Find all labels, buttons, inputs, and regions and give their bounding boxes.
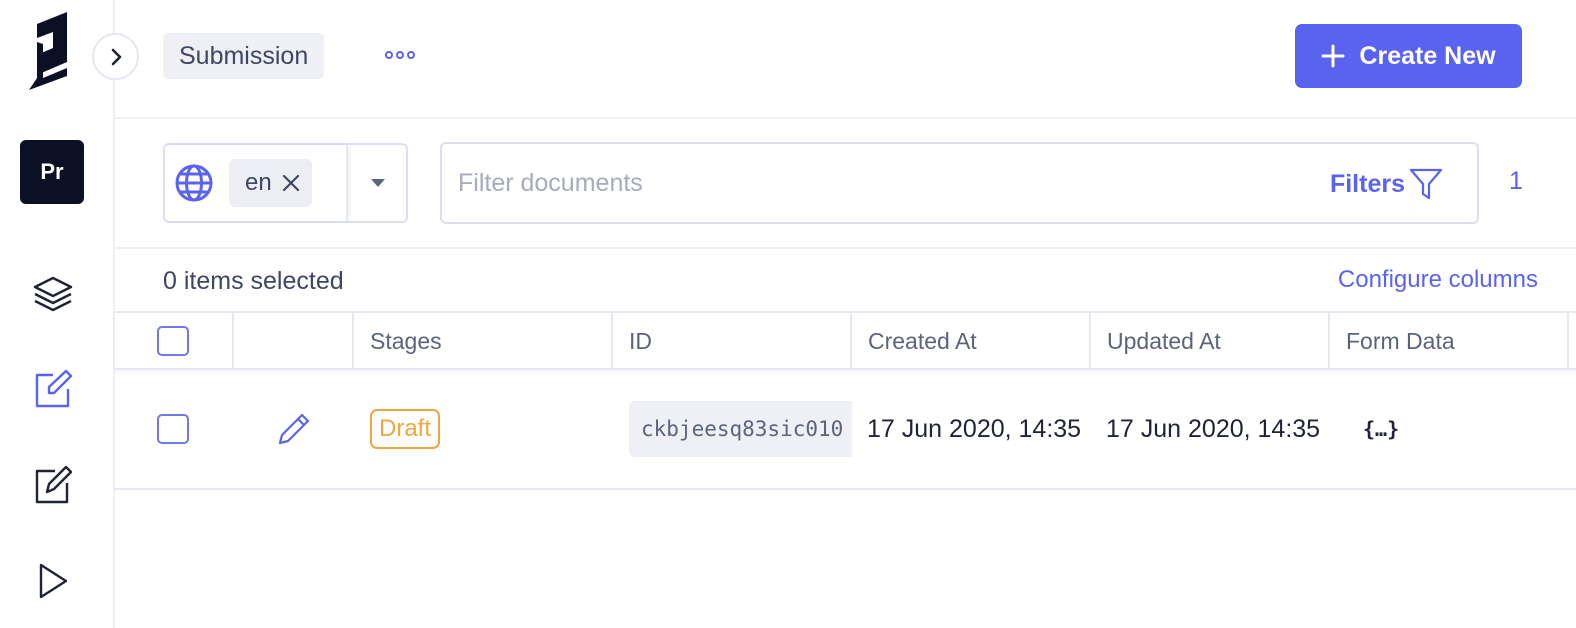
select-all-checkbox[interactable] [157,326,189,356]
stage-badge: Draft [370,409,441,449]
filter-documents-input[interactable] [458,162,1278,204]
form-data-value[interactable]: {…} [1363,417,1399,441]
row-select-cell [157,370,217,488]
configure-columns-link[interactable]: Configure columns [1338,266,1538,294]
edit-icon[interactable] [30,366,76,412]
table-row[interactable]: Draft ckbjeesq83sic010 17 Jun 2020, 14:3… [115,370,1576,490]
pencil-icon[interactable] [277,412,311,446]
create-new-label: Create New [1359,41,1496,70]
filter-count[interactable]: 1 [1509,167,1523,196]
locale-tag: en [229,159,312,207]
layers-icon[interactable] [30,271,76,317]
chevron-right-icon [111,48,121,65]
expand-sidebar-button[interactable] [92,33,139,80]
edit-square-icon[interactable] [30,462,76,508]
id-value[interactable]: ckbjeesq83sic010 [629,401,852,457]
more-options-button[interactable] [383,43,417,67]
filters-button[interactable]: Filters [1330,164,1443,204]
selection-bar: 0 items selected Configure columns [115,249,1576,311]
remove-locale-icon[interactable] [282,174,300,192]
project-badge[interactable]: Pr [20,140,84,204]
column-header-actions [234,313,354,369]
updated-at-cell: 17 Jun 2020, 14:35 [1106,414,1321,443]
row-id-cell: ckbjeesq83sic010 [629,370,852,488]
app-logo[interactable] [27,12,79,92]
select-all-cell [115,313,234,369]
locale-selected-area: en [165,145,348,221]
filter-bar: en Filters 1 [115,119,1576,249]
column-header-form-data[interactable]: Form Data [1330,313,1569,369]
documents-table: Stages ID Created At Updated At Form Dat… [115,311,1576,490]
sidebar: Pr [0,0,115,628]
play-icon[interactable] [30,558,76,604]
locale-selector[interactable]: en [163,143,408,223]
plus-icon [1321,44,1345,68]
row-edit-cell [277,370,337,488]
funnel-icon [1409,168,1443,200]
create-new-button[interactable]: Create New [1295,24,1522,88]
column-header-updated-at[interactable]: Updated At [1091,313,1330,369]
filter-search-box: Filters [440,142,1479,224]
column-header-stages[interactable]: Stages [354,313,613,369]
filters-label: Filters [1329,169,1405,198]
model-name-chip[interactable]: Submission [163,33,325,79]
locale-tag-label: en [245,169,272,196]
selected-count-text: 0 items selected [163,267,344,295]
column-header-created-at[interactable]: Created At [852,313,1091,369]
row-stage-cell: Draft [370,370,600,488]
created-at-cell: 17 Jun 2020, 14:35 [867,414,1082,443]
top-header: Submission Create New [115,0,1576,119]
row-checkbox[interactable] [157,414,189,444]
more-icon [385,51,415,59]
globe-icon [175,164,213,202]
chevron-down-icon[interactable] [368,175,388,191]
table-header: Stages ID Created At Updated At Form Dat… [115,311,1576,370]
form-data-cell: {…} [1363,370,1483,488]
column-header-id[interactable]: ID [613,313,852,369]
